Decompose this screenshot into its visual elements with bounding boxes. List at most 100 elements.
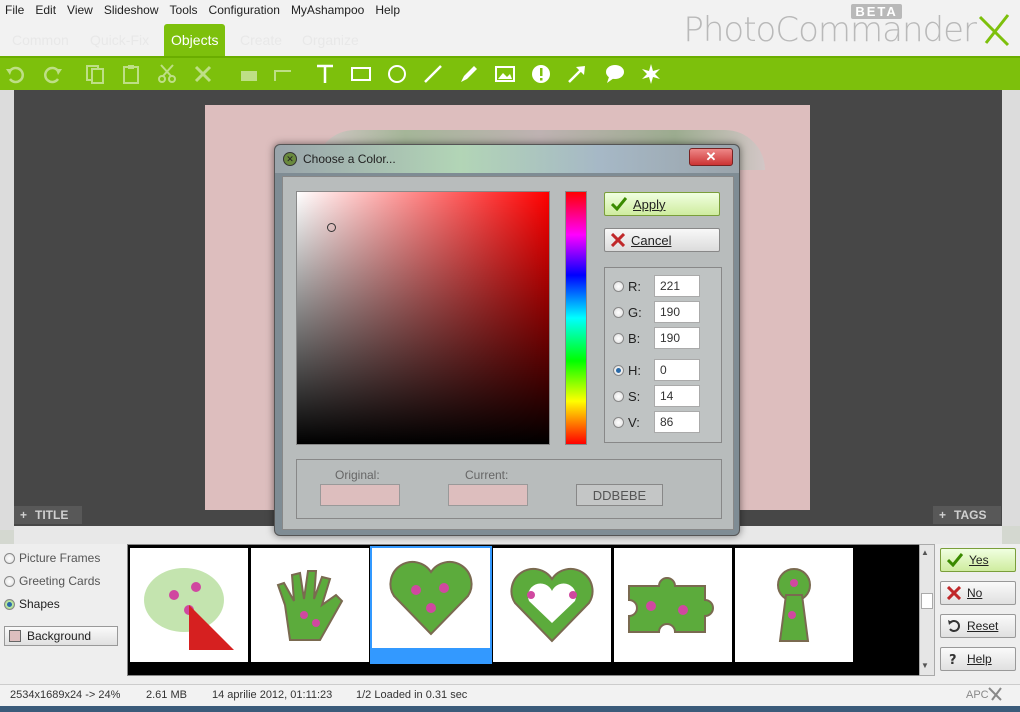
cancel-label: Cancel [631, 232, 672, 248]
delete-icon[interactable] [192, 63, 214, 85]
menu-help[interactable]: Help [375, 3, 400, 17]
radio-b[interactable] [613, 332, 624, 344]
star-icon[interactable] [640, 63, 662, 85]
blue-input[interactable]: 190 [654, 327, 700, 349]
original-swatch [320, 484, 400, 506]
menu-configuration[interactable]: Configuration [209, 3, 280, 17]
help-button[interactable]: ? Help [940, 647, 1016, 671]
exclamation-icon[interactable] [530, 63, 552, 85]
option-shapes[interactable]: Shapes [4, 597, 60, 611]
menu-slideshow[interactable]: Slideshow [104, 3, 159, 17]
rectangle-icon[interactable] [350, 63, 372, 85]
image-icon[interactable] [494, 63, 516, 85]
background-swatch [9, 630, 21, 642]
tab-quick-fix[interactable]: Quick-Fix [84, 28, 155, 52]
logo-x-icon [978, 14, 1010, 47]
menu-tools[interactable]: Tools [170, 3, 198, 17]
help-label: Help [967, 652, 992, 666]
reset-label: Reset [967, 619, 999, 633]
tab-organize[interactable]: Organize [296, 28, 365, 52]
value-input[interactable]: 86 [654, 411, 700, 433]
windows-taskbar [0, 706, 1020, 712]
speech-bubble-icon[interactable] [604, 63, 626, 85]
shape-thumb-keyhole[interactable] [735, 548, 853, 662]
red-input[interactable]: 221 [654, 275, 700, 297]
radio-v[interactable] [613, 416, 624, 428]
copy-icon[interactable] [84, 63, 106, 85]
undo-icon[interactable] [4, 63, 26, 85]
reset-icon [948, 620, 960, 632]
bottom-panel: Picture Frames Greeting Cards Shapes Bac… [0, 544, 1020, 684]
shape-thumb-puzzle[interactable] [614, 548, 732, 662]
no-button[interactable]: No [940, 581, 1016, 605]
picker-cursor[interactable] [327, 223, 336, 232]
radio-r[interactable] [613, 280, 624, 292]
gallery-scrollbar[interactable]: ▲ ▼ [919, 544, 935, 676]
pen-icon[interactable] [458, 63, 480, 85]
field-label: V: [628, 414, 640, 430]
radio-greeting-cards[interactable] [4, 575, 15, 587]
option-greeting-cards[interactable]: Greeting Cards [4, 574, 100, 588]
shape-thumb-heart-selected[interactable] [370, 546, 492, 664]
close-icon[interactable]: ✕ [689, 148, 733, 166]
shape-thumb-fade[interactable] [130, 548, 248, 662]
hue-input[interactable]: 0 [654, 359, 700, 381]
scroll-up-icon[interactable]: ▲ [921, 548, 929, 557]
paste-icon[interactable] [120, 63, 142, 85]
menu-view[interactable]: View [67, 3, 93, 17]
title-label: TITLE [35, 508, 69, 522]
current-swatch [448, 484, 528, 506]
tab-common[interactable]: Common [6, 28, 75, 52]
field-label: H: [628, 362, 641, 378]
field-row-v: V: 86 [613, 411, 700, 433]
menu-file[interactable]: File [5, 3, 24, 17]
saturation-input[interactable]: 14 [654, 385, 700, 407]
cut-icon[interactable] [156, 63, 178, 85]
arrow-icon[interactable] [566, 63, 588, 85]
hue-slider[interactable] [565, 191, 587, 445]
dialog-body: Apply Cancel R: 221 G: 190 B: 190 H: 0 S: 14 … [282, 176, 734, 530]
radio-s[interactable] [613, 390, 624, 402]
cancel-button[interactable]: Cancel [604, 228, 720, 252]
title-button[interactable]: + TITLE [14, 506, 82, 524]
background-button[interactable]: Background [4, 626, 118, 646]
tags-button[interactable]: + TAGS [933, 506, 1001, 524]
green-input[interactable]: 190 [654, 301, 700, 323]
scroll-down-icon[interactable]: ▼ [921, 661, 929, 670]
shape-thumb-heart-outline[interactable] [493, 548, 611, 662]
dialog-titlebar[interactable]: ✕ Choose a Color... ✕ [275, 145, 739, 173]
radio-h[interactable] [613, 364, 624, 376]
reset-button[interactable]: Reset [940, 614, 1016, 638]
field-row-g: G: 190 [613, 301, 700, 323]
ellipse-icon[interactable] [386, 63, 408, 85]
hex-input[interactable]: DDBEBE [576, 484, 663, 506]
saturation-value-picker[interactable] [296, 191, 550, 445]
radio-picture-frames[interactable] [4, 552, 15, 564]
choose-color-dialog: ✕ Choose a Color... ✕ Apply Cancel R: 221… [274, 144, 740, 536]
menu-edit[interactable]: Edit [35, 3, 56, 17]
tags-label: TAGS [954, 508, 987, 522]
right-scroll-panel[interactable] [1002, 90, 1020, 526]
radio-g[interactable] [613, 306, 624, 318]
shape-thumb-hand[interactable] [251, 548, 369, 662]
tab-objects[interactable]: Objects [164, 24, 226, 58]
redo-icon[interactable] [42, 63, 64, 85]
heart-shape-image [389, 560, 473, 636]
no-label: No [967, 586, 983, 600]
yes-button[interactable]: Yes [940, 548, 1016, 572]
field-row-s: S: 14 [613, 385, 700, 407]
radio-shapes[interactable] [4, 598, 15, 610]
text-icon[interactable] [314, 63, 336, 85]
send-back-icon[interactable] [272, 63, 294, 85]
logo-text: PhotoCommander [683, 10, 977, 50]
option-picture-frames[interactable]: Picture Frames [4, 551, 100, 565]
scroll-thumb[interactable] [921, 593, 933, 609]
bring-front-icon[interactable] [238, 63, 260, 85]
tab-create[interactable]: Create [234, 28, 288, 52]
line-icon[interactable] [422, 63, 444, 85]
apply-button[interactable]: Apply [604, 192, 720, 216]
left-scroll-panel[interactable] [0, 90, 14, 530]
brand-x-icon [988, 687, 1002, 704]
menu-myashampoo[interactable]: MyAshampoo [291, 3, 364, 17]
puzzle-shape-image [628, 577, 714, 633]
